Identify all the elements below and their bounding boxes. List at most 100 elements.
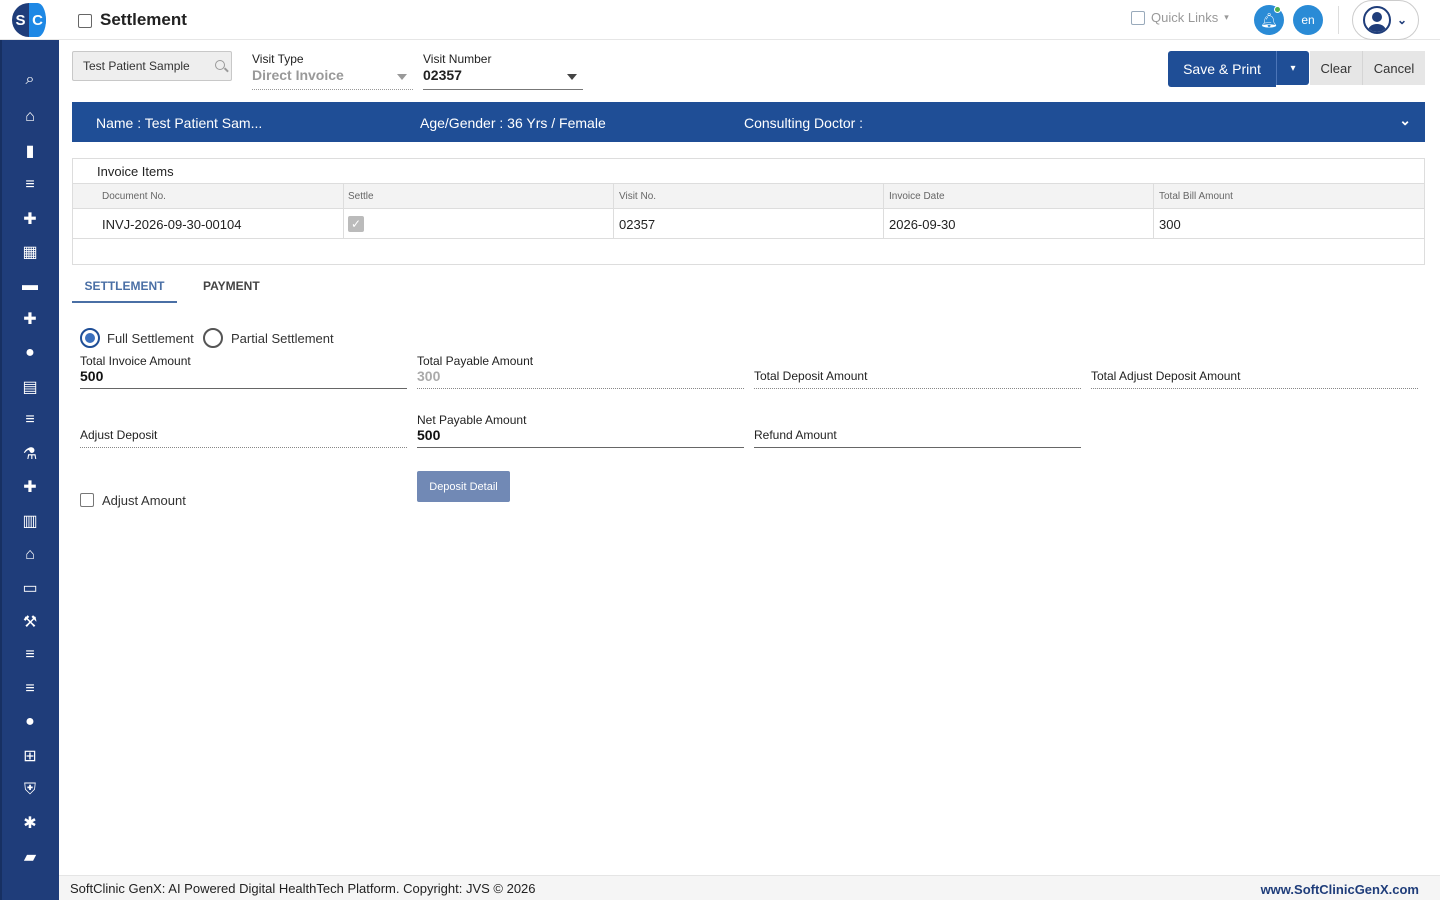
clear-button[interactable]: Clear: [1310, 51, 1362, 85]
calendar-icon[interactable]: ▦: [19, 241, 41, 263]
settle-checkbox[interactable]: ✓: [348, 216, 364, 232]
net-payable-amount-field[interactable]: Net Payable Amount 500: [417, 413, 744, 448]
field-underline: [423, 89, 583, 90]
net-payable-amount-label: Net Payable Amount: [417, 413, 527, 427]
total-payable-amount-value: 300: [417, 368, 441, 384]
save-print-button[interactable]: Save & Print: [1168, 51, 1276, 87]
chevron-down-icon[interactable]: ⌄: [1399, 112, 1411, 129]
refund-amount-field[interactable]: Refund Amount: [754, 413, 1081, 448]
folder-icon[interactable]: ▰: [19, 846, 41, 868]
language-button[interactable]: en: [1293, 5, 1323, 35]
column-header-settle[interactable]: Settle: [348, 191, 374, 202]
tab-settlement[interactable]: SETTLEMENT: [72, 279, 177, 303]
cell-visit-no: 02357: [619, 217, 656, 232]
page-title: Settlement: [100, 10, 187, 29]
partial-settlement-label: Partial Settlement: [231, 331, 334, 346]
visit-type-value: Direct Invoice: [252, 67, 344, 83]
wrench-icon[interactable]: ⚒: [19, 611, 41, 633]
bed-icon[interactable]: ▬: [19, 275, 41, 297]
total-payable-amount-field[interactable]: Total Payable Amount 300: [417, 354, 744, 389]
network-icon[interactable]: ✱: [19, 812, 41, 834]
notification-button[interactable]: 🔔︎: [1254, 5, 1284, 35]
list-icon[interactable]: ≡: [19, 409, 41, 431]
cell-document-no: INVJ-2026-09-30-00104: [102, 217, 242, 232]
cell-invoice-date: 2026-09-30: [889, 217, 956, 232]
total-invoice-amount-field[interactable]: Total Invoice Amount 500: [80, 354, 407, 389]
field-underline: [1091, 388, 1418, 389]
visit-number-select[interactable]: Visit Number 02357: [423, 52, 583, 90]
notification-indicator: [1274, 6, 1281, 13]
tab-payment[interactable]: PAYMENT: [203, 279, 260, 293]
adjust-deposit-field[interactable]: Adjust Deposit: [80, 413, 407, 448]
sidebar: ⌕ ⌂ ▮ ≡ ✚ ▦ ▬ ✚ ● ▤ ≡ ⚗ ✚ ▥ ⌂ ▭ ⚒ ≡ ≡ ● ⊞ ⛨ ✱ ▰: [0, 40, 59, 900]
book-icon[interactable]: ▥: [19, 510, 41, 532]
patient-info-banner[interactable]: Name : Test Patient Sam... Age/Gender : …: [72, 102, 1425, 142]
patient-age-gender: Age/Gender : 36 Yrs / Female: [420, 115, 606, 131]
visit-type-select[interactable]: Visit Type Direct Invoice: [252, 52, 413, 90]
caret-down-icon: [397, 74, 407, 80]
total-adjust-deposit-amount-field[interactable]: Total Adjust Deposit Amount: [1091, 354, 1418, 389]
cell-total-bill-amount: 300: [1159, 217, 1181, 232]
pharmacy-icon[interactable]: ✚: [19, 476, 41, 498]
field-underline: [754, 388, 1081, 389]
shield-icon[interactable]: ⛨: [19, 779, 41, 801]
person-icon[interactable]: ●: [19, 342, 41, 364]
lab-icon[interactable]: ⚗: [19, 443, 41, 465]
menu-3-icon[interactable]: ≡: [19, 678, 41, 700]
footer-copyright: SoftClinic GenX: AI Powered Digital Heal…: [70, 881, 536, 896]
full-settlement-label: Full Settlement: [107, 331, 194, 346]
menu-icon[interactable]: ≡: [19, 174, 41, 196]
field-underline: [417, 447, 744, 448]
store-icon[interactable]: ⌂: [19, 544, 41, 566]
menu-2-icon[interactable]: ≡: [19, 644, 41, 666]
refund-amount-label: Refund Amount: [754, 428, 837, 442]
total-adjust-deposit-amount-label: Total Adjust Deposit Amount: [1091, 369, 1241, 383]
home-icon[interactable]: ⌂: [19, 106, 41, 128]
net-payable-amount-value: 500: [417, 427, 441, 443]
column-header-document-no[interactable]: Document No.: [102, 191, 166, 202]
patient-search-input[interactable]: Test Patient Sample: [72, 51, 232, 81]
cancel-button[interactable]: Cancel: [1362, 51, 1425, 85]
bar-chart-icon[interactable]: ▮: [19, 140, 41, 162]
adjust-deposit-label: Adjust Deposit: [80, 428, 158, 442]
footer-website-link[interactable]: www.SoftClinicGenX.com: [1261, 882, 1419, 897]
quick-links-button[interactable]: Quick Links ▾: [1131, 10, 1229, 25]
chevron-down-icon: ⌄: [1397, 13, 1408, 27]
devices-icon[interactable]: ▭: [19, 577, 41, 599]
search-icon: [215, 60, 225, 70]
column-header-invoice-date[interactable]: Invoice Date: [889, 191, 945, 202]
deposit-detail-button[interactable]: Deposit Detail: [417, 471, 510, 502]
caret-down-icon: ▾: [1224, 12, 1229, 22]
avatar: [1363, 6, 1391, 34]
field-underline: [417, 388, 744, 389]
add-box-icon[interactable]: ⊞: [19, 745, 41, 767]
total-invoice-amount-value: 500: [80, 368, 104, 384]
invoice-table-header: Document No. Settle Visit No. Invoice Da…: [73, 183, 1424, 209]
field-underline: [80, 447, 407, 448]
field-underline: [754, 447, 1081, 448]
consulting-doctor: Consulting Doctor :: [744, 115, 864, 131]
patient-name: Name : Test Patient Sam...: [96, 115, 263, 131]
column-header-visit-no[interactable]: Visit No.: [619, 191, 656, 202]
app-logo[interactable]: SC: [12, 3, 46, 37]
visit-type-label: Visit Type: [252, 52, 304, 66]
profile-menu-button[interactable]: ⌄: [1352, 0, 1419, 40]
gift-icon: [1131, 10, 1145, 25]
blood-drop-icon[interactable]: ●: [19, 711, 41, 733]
field-underline: [80, 388, 407, 389]
table-row[interactable]: INVJ-2026-09-30-00104 02357 2026-09-30 3…: [73, 209, 1424, 239]
medical-kit-icon[interactable]: ✚: [19, 208, 41, 230]
total-deposit-amount-label: Total Deposit Amount: [754, 369, 868, 383]
logo-letter-c: C: [29, 3, 46, 37]
save-options-dropdown-button[interactable]: ▾: [1276, 51, 1309, 85]
adjust-amount-checkbox[interactable]: [80, 493, 94, 507]
footer: SoftClinic GenX: AI Powered Digital Heal…: [59, 875, 1440, 900]
search-icon[interactable]: ⌕: [19, 69, 41, 91]
full-settlement-radio[interactable]: [80, 328, 100, 348]
total-deposit-amount-field[interactable]: Total Deposit Amount: [754, 354, 1081, 389]
receipt-icon[interactable]: ▤: [19, 376, 41, 398]
hospital-plus-icon[interactable]: ✚: [19, 308, 41, 330]
header-divider: [1338, 6, 1339, 34]
column-header-total-bill-amount[interactable]: Total Bill Amount: [1159, 191, 1233, 202]
partial-settlement-radio[interactable]: [203, 328, 223, 348]
